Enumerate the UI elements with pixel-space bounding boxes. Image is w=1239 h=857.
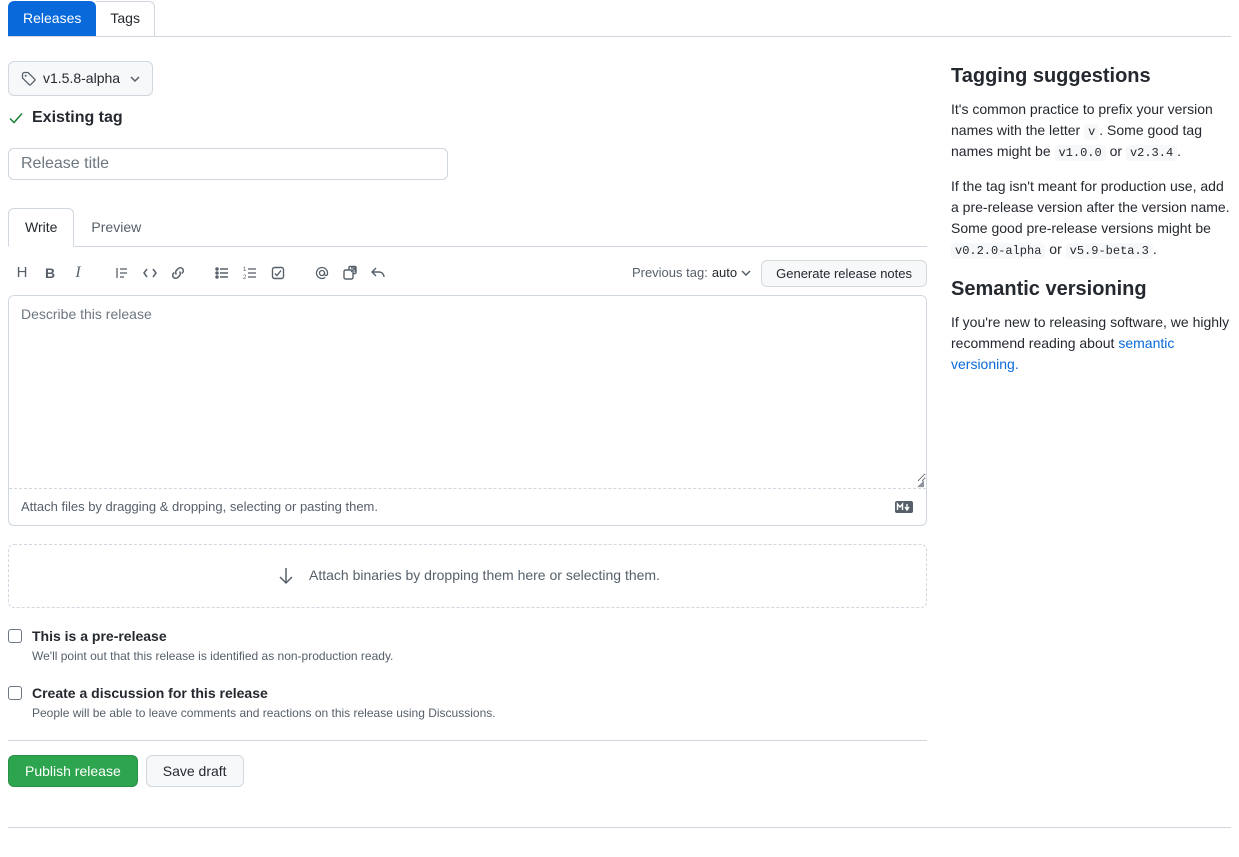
reply-icon[interactable]	[364, 259, 392, 287]
attach-binaries-dropzone[interactable]: Attach binaries by dropping them here or…	[8, 544, 927, 608]
page-footer	[8, 827, 1231, 857]
cross-reference-icon[interactable]	[336, 259, 364, 287]
caret-down-icon	[741, 270, 751, 276]
mention-icon[interactable]	[308, 259, 336, 287]
tab-releases[interactable]: Releases	[8, 1, 96, 36]
previous-tag-label: Previous tag:	[632, 263, 708, 283]
previous-tag-value: auto	[712, 263, 737, 283]
generate-release-notes-button[interactable]: Generate release notes	[761, 260, 927, 287]
discussion-label: Create a discussion for this release	[32, 683, 496, 704]
release-description-textarea[interactable]	[9, 296, 926, 482]
tag-selector-label: v1.5.8-alpha	[43, 68, 120, 89]
heading-icon[interactable]: H	[8, 259, 36, 287]
prerelease-checkbox[interactable]	[8, 629, 22, 643]
unordered-list-icon[interactable]	[208, 259, 236, 287]
discussion-sublabel: People will be able to leave comments an…	[32, 704, 496, 722]
prerelease-label: This is a pre-release	[32, 626, 393, 647]
page-tabs: Releases Tags	[8, 0, 1231, 37]
divider	[8, 740, 927, 741]
tab-tags[interactable]: Tags	[96, 1, 155, 37]
help-sidebar: Tagging suggestions It's common practice…	[951, 61, 1231, 787]
existing-tag-status: Existing tag	[8, 106, 927, 130]
bold-icon[interactable]: B	[36, 259, 64, 287]
ordered-list-icon[interactable]: 12	[236, 259, 264, 287]
discussion-checkbox[interactable]	[8, 686, 22, 700]
svg-text:2: 2	[243, 275, 247, 281]
tagging-suggestions-text-1: It's common practice to prefix your vers…	[951, 99, 1231, 162]
editor-tabs: Write Preview	[8, 208, 927, 247]
quote-icon[interactable]	[108, 259, 136, 287]
tab-write[interactable]: Write	[8, 208, 74, 247]
existing-tag-label: Existing tag	[32, 106, 123, 130]
code-icon[interactable]	[136, 259, 164, 287]
semantic-versioning-title: Semantic versioning	[951, 274, 1231, 304]
svg-text:1: 1	[243, 267, 247, 273]
markdown-toolbar: H B I 12	[8, 259, 392, 287]
tab-preview[interactable]: Preview	[74, 208, 158, 246]
link-icon[interactable]	[164, 259, 192, 287]
save-draft-button[interactable]: Save draft	[146, 755, 244, 787]
arrow-down-icon	[275, 565, 297, 587]
release-title-input[interactable]	[8, 148, 448, 180]
prerelease-sublabel: We'll point out that this release is ide…	[32, 647, 393, 665]
tasklist-icon[interactable]	[264, 259, 292, 287]
previous-tag-selector[interactable]: Previous tag: auto	[632, 263, 751, 283]
attach-files-hint[interactable]: Attach files by dragging & dropping, sel…	[9, 488, 926, 525]
release-description-editor: ◢ Attach files by dragging & dropping, s…	[8, 295, 927, 526]
attach-binaries-label: Attach binaries by dropping them here or…	[309, 565, 660, 586]
tagging-suggestions-title: Tagging suggestions	[951, 61, 1231, 91]
semantic-versioning-text: If you're new to releasing software, we …	[951, 312, 1231, 375]
caret-down-icon	[130, 76, 140, 82]
markdown-icon	[894, 500, 914, 514]
tag-selector[interactable]: v1.5.8-alpha	[8, 61, 153, 96]
check-icon	[8, 110, 24, 126]
tag-icon	[21, 71, 37, 87]
tagging-suggestions-text-2: If the tag isn't meant for production us…	[951, 176, 1231, 260]
attach-files-label: Attach files by dragging & dropping, sel…	[21, 497, 378, 517]
publish-release-button[interactable]: Publish release	[8, 755, 138, 787]
italic-icon[interactable]: I	[64, 259, 92, 287]
